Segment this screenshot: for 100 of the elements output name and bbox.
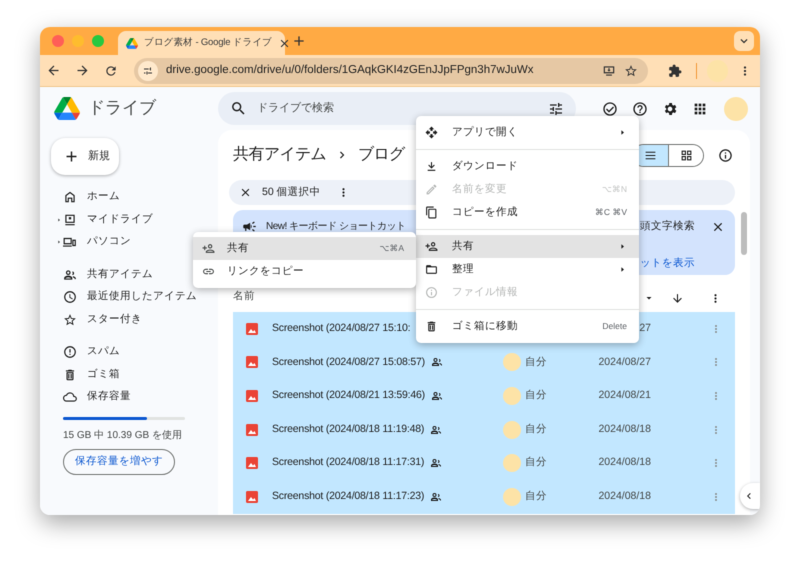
get-more-storage-button[interactable]: 保存容量を増やす xyxy=(63,448,175,474)
open-with-icon xyxy=(425,126,438,139)
file-name: Screenshot (2024/08/18 11:17:31) xyxy=(272,455,424,470)
filter-icon[interactable] xyxy=(548,100,564,116)
owner-avatar xyxy=(503,454,521,472)
image-file-icon xyxy=(246,457,258,470)
tab-title: ブログ素材 - Google ドライブ xyxy=(144,36,272,50)
sort-arrow-icon[interactable] xyxy=(671,292,684,305)
shortcut-text: ⌥⌘A xyxy=(379,242,404,255)
image-file-icon xyxy=(246,390,258,402)
file-name: Screenshot (2024/08/27 15:08:57) xyxy=(272,354,425,370)
search-icon xyxy=(230,100,247,117)
nav-item[interactable]: 最近使用したアイテム xyxy=(87,289,197,306)
file-row[interactable]: Screenshot (2024/08/18 11:17:23) 自分 2024/08/18 xyxy=(233,480,735,514)
menu-item[interactable]: ゴミ箱に移動 Delete xyxy=(416,315,639,338)
menu-item[interactable]: アプリで開く xyxy=(416,121,639,144)
offline-check-icon[interactable] xyxy=(602,100,618,116)
search-input: ドライブで検索 xyxy=(257,100,548,117)
shared-people-icon xyxy=(430,490,442,503)
person-add-icon xyxy=(425,240,438,253)
modified-date: 2024/08/18 xyxy=(598,455,651,470)
tab-search-button[interactable] xyxy=(734,31,754,51)
download-icon xyxy=(425,160,438,173)
clear-selection-icon[interactable] xyxy=(239,186,252,199)
extensions-icon[interactable] xyxy=(668,64,682,78)
file-row[interactable]: Screenshot (2024/08/18 11:17:31) 自分 2024/08/18 xyxy=(233,446,735,480)
nav-item[interactable]: ゴミ箱 xyxy=(87,366,120,383)
menu-item[interactable]: コピーを作成 ⌘C ⌘V xyxy=(416,201,639,224)
menu-item[interactable]: 整理 xyxy=(416,258,639,281)
install-app-icon[interactable] xyxy=(602,64,616,78)
computer-icon xyxy=(63,235,77,250)
apps-icon[interactable] xyxy=(692,100,708,116)
owner-name: 自分 xyxy=(525,354,547,370)
modified-date: 27 xyxy=(639,320,651,336)
drive-logo-icon xyxy=(54,96,80,120)
image-file-icon xyxy=(246,424,258,436)
owner-avatar xyxy=(503,353,521,372)
address-bar[interactable]: drive.google.com/drive/u/0/folders/1GAqkGKI4zGEnJJpFPgn3h7wJuWx xyxy=(134,58,648,84)
file-row[interactable]: Screenshot (2024/08/18 11:19:48) 自分 2024/08/18 xyxy=(233,412,735,446)
cloud-icon xyxy=(63,390,77,404)
expand-arrow-icon[interactable] xyxy=(56,239,62,246)
menu-item[interactable]: ダウンロード xyxy=(416,155,639,178)
owner-name: 自分 xyxy=(525,488,547,504)
shortcut-text: ⌘C ⌘V xyxy=(594,206,627,219)
storage-text: 15 GB 中 10.39 GB を使用 xyxy=(63,428,183,442)
help-icon[interactable] xyxy=(632,100,648,116)
shared-people-icon xyxy=(430,457,442,470)
drive-icon xyxy=(63,212,77,227)
close-banner-icon[interactable] xyxy=(711,220,725,234)
file-row[interactable]: Screenshot (2024/08/27 15:08:57) 自分 2024/08/27 xyxy=(233,346,735,380)
owner-avatar xyxy=(503,488,521,506)
app-title: ドライブ xyxy=(88,97,156,120)
breadcrumb-item[interactable]: 共有アイテム xyxy=(233,143,326,167)
file-row[interactable]: Screenshot (2024/08/21 13:59:46) 自分 2024/08/21 xyxy=(233,379,735,413)
owner-avatar xyxy=(503,420,521,439)
menu-item[interactable]: 共有 xyxy=(416,235,639,258)
file-name: Screenshot (2024/08/18 11:17:23) xyxy=(272,488,424,504)
image-file-icon xyxy=(246,322,258,335)
settings-icon[interactable] xyxy=(662,100,678,116)
column-header[interactable]: 名前 xyxy=(233,289,255,305)
banner-link[interactable]: ットを表示 xyxy=(640,256,695,272)
home-icon xyxy=(63,190,77,204)
nav-item[interactable]: パソコン xyxy=(87,234,131,250)
shared-people-icon xyxy=(430,390,443,402)
modified-date: 2024/08/18 xyxy=(598,488,651,504)
menu-item[interactable]: 共有 ⌥⌘A xyxy=(193,237,416,260)
modified-date: 2024/08/27 xyxy=(598,354,651,370)
bookmark-star-icon[interactable] xyxy=(624,64,638,78)
warning-icon xyxy=(63,345,77,360)
drive-logo-icon xyxy=(126,38,138,48)
star-icon xyxy=(63,312,77,327)
nav-item[interactable]: スター付き xyxy=(87,312,142,328)
breadcrumb-item[interactable]: ブログ xyxy=(358,143,404,167)
scrollbar-thumb[interactable] xyxy=(741,212,747,255)
shortcut-text: ⌥⌘N xyxy=(602,183,627,196)
back-icon[interactable] xyxy=(46,63,61,78)
site-info-button[interactable] xyxy=(138,60,158,80)
shortcut-text: Delete xyxy=(602,320,627,333)
list-icon xyxy=(644,148,657,162)
info-icon[interactable] xyxy=(718,148,733,162)
pencil-icon xyxy=(425,183,438,196)
forward-icon[interactable] xyxy=(75,63,90,78)
new-button[interactable]: 新規 xyxy=(51,138,119,175)
owner-avatar xyxy=(503,386,521,405)
file-name: Screenshot (2024/08/21 13:59:46) xyxy=(272,388,425,404)
owner-name: 自分 xyxy=(525,455,547,470)
url-text: drive.google.com/drive/u/0/folders/1GAqkGKI4zGEnJJpFPgn3h7wJuWx xyxy=(166,62,534,78)
modified-date: 2024/08/21 xyxy=(598,388,651,404)
grid-view-button[interactable] xyxy=(668,144,703,166)
nav-item[interactable]: スパム xyxy=(87,344,120,360)
banner-text: New! キーボード ショートカット xyxy=(266,220,406,234)
nav-item[interactable]: ホーム xyxy=(87,189,120,206)
nav-item[interactable]: マイドライブ xyxy=(87,212,153,228)
site-settings-icon xyxy=(142,64,154,76)
nav-item[interactable]: 保存容量 xyxy=(87,389,131,406)
expand-arrow-icon[interactable] xyxy=(56,216,62,223)
reload-icon[interactable] xyxy=(104,64,118,78)
grid-icon xyxy=(680,148,692,162)
menu-item[interactable]: リンクをコピー xyxy=(193,260,416,283)
nav-item[interactable]: 共有アイテム xyxy=(87,266,153,283)
